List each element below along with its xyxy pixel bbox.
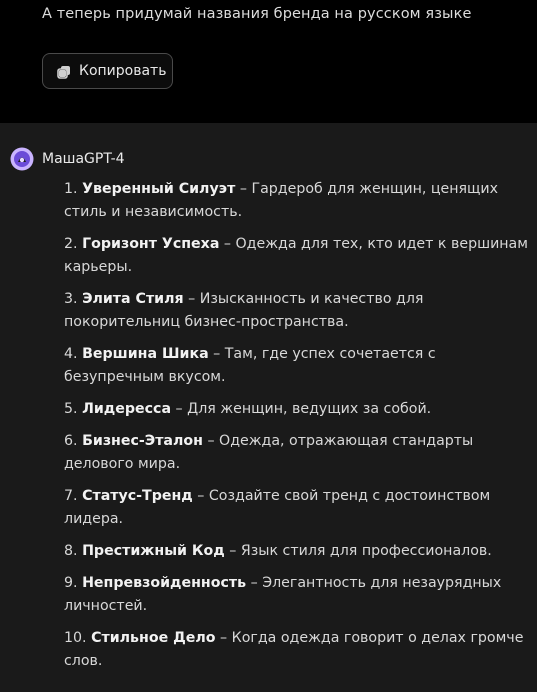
item-number: 1. (64, 181, 78, 197)
brand-name: Стильное Дело (91, 630, 216, 646)
brand-name: Лидересса (82, 401, 172, 417)
brand-name: Уверенный Силуэт (82, 181, 236, 197)
brand-name: Статус-Тренд (82, 488, 193, 504)
copy-icon (57, 64, 71, 79)
copy-button-label: Копировать (79, 63, 167, 79)
item-number: 8. (64, 543, 78, 559)
item-number: 7. (64, 488, 78, 504)
item-number: 10. (64, 630, 87, 646)
brand-name: Престижный Код (82, 543, 225, 559)
list-item: 5. Лидересса – Для женщин, ведущих за со… (64, 398, 534, 421)
item-number: 6. (64, 433, 78, 449)
list-item: 9. Непревзойденность – Элегантность для … (64, 572, 534, 618)
item-number: 9. (64, 575, 78, 591)
item-number: 4. (64, 346, 78, 362)
brand-name: Горизонт Успеха (82, 236, 220, 252)
assistant-message-block: МашаGPT-4 1. Уверенный Силуэт – Гардероб… (0, 123, 537, 692)
item-number: 2. (64, 236, 78, 252)
list-item: 6. Бизнес-Эталон – Одежда, отражающая ст… (64, 430, 534, 476)
list-item: 2. Горизонт Успеха – Одежда для тех, кто… (64, 233, 534, 279)
assistant-avatar-icon (10, 147, 34, 171)
list-item: 8. Престижный Код – Язык стиля для профе… (64, 540, 534, 563)
item-number: 3. (64, 291, 78, 307)
list-item: 3. Элита Стиля – Изысканность и качество… (64, 288, 534, 334)
list-item: 1. Уверенный Силуэт – Гардероб для женщи… (64, 178, 534, 224)
brand-description: – Язык стиля для профессионалов. (224, 543, 492, 559)
item-number: 5. (64, 401, 78, 417)
list-item: 7. Статус-Тренд – Создайте свой тренд с … (64, 485, 534, 531)
assistant-name: МашаGPT-4 (42, 151, 125, 167)
list-item: 10. Стильное Дело – Когда одежда говорит… (64, 627, 534, 673)
list-item: 4. Вершина Шика – Там, где успех сочетае… (64, 343, 534, 389)
user-message-text: А теперь придумай названия бренда на рус… (42, 6, 472, 22)
brand-name: Бизнес-Эталон (82, 433, 203, 449)
user-message-block: А теперь придумай названия бренда на рус… (0, 0, 537, 123)
answer-list: 1. Уверенный Силуэт – Гардероб для женщи… (64, 178, 534, 682)
brand-name: Непревзойденность (82, 575, 247, 591)
brand-description: – Для женщин, ведущих за собой. (171, 401, 432, 417)
copy-button[interactable]: Копировать (42, 53, 173, 89)
brand-name: Вершина Шика (82, 346, 209, 362)
brand-name: Элита Стиля (82, 291, 184, 307)
